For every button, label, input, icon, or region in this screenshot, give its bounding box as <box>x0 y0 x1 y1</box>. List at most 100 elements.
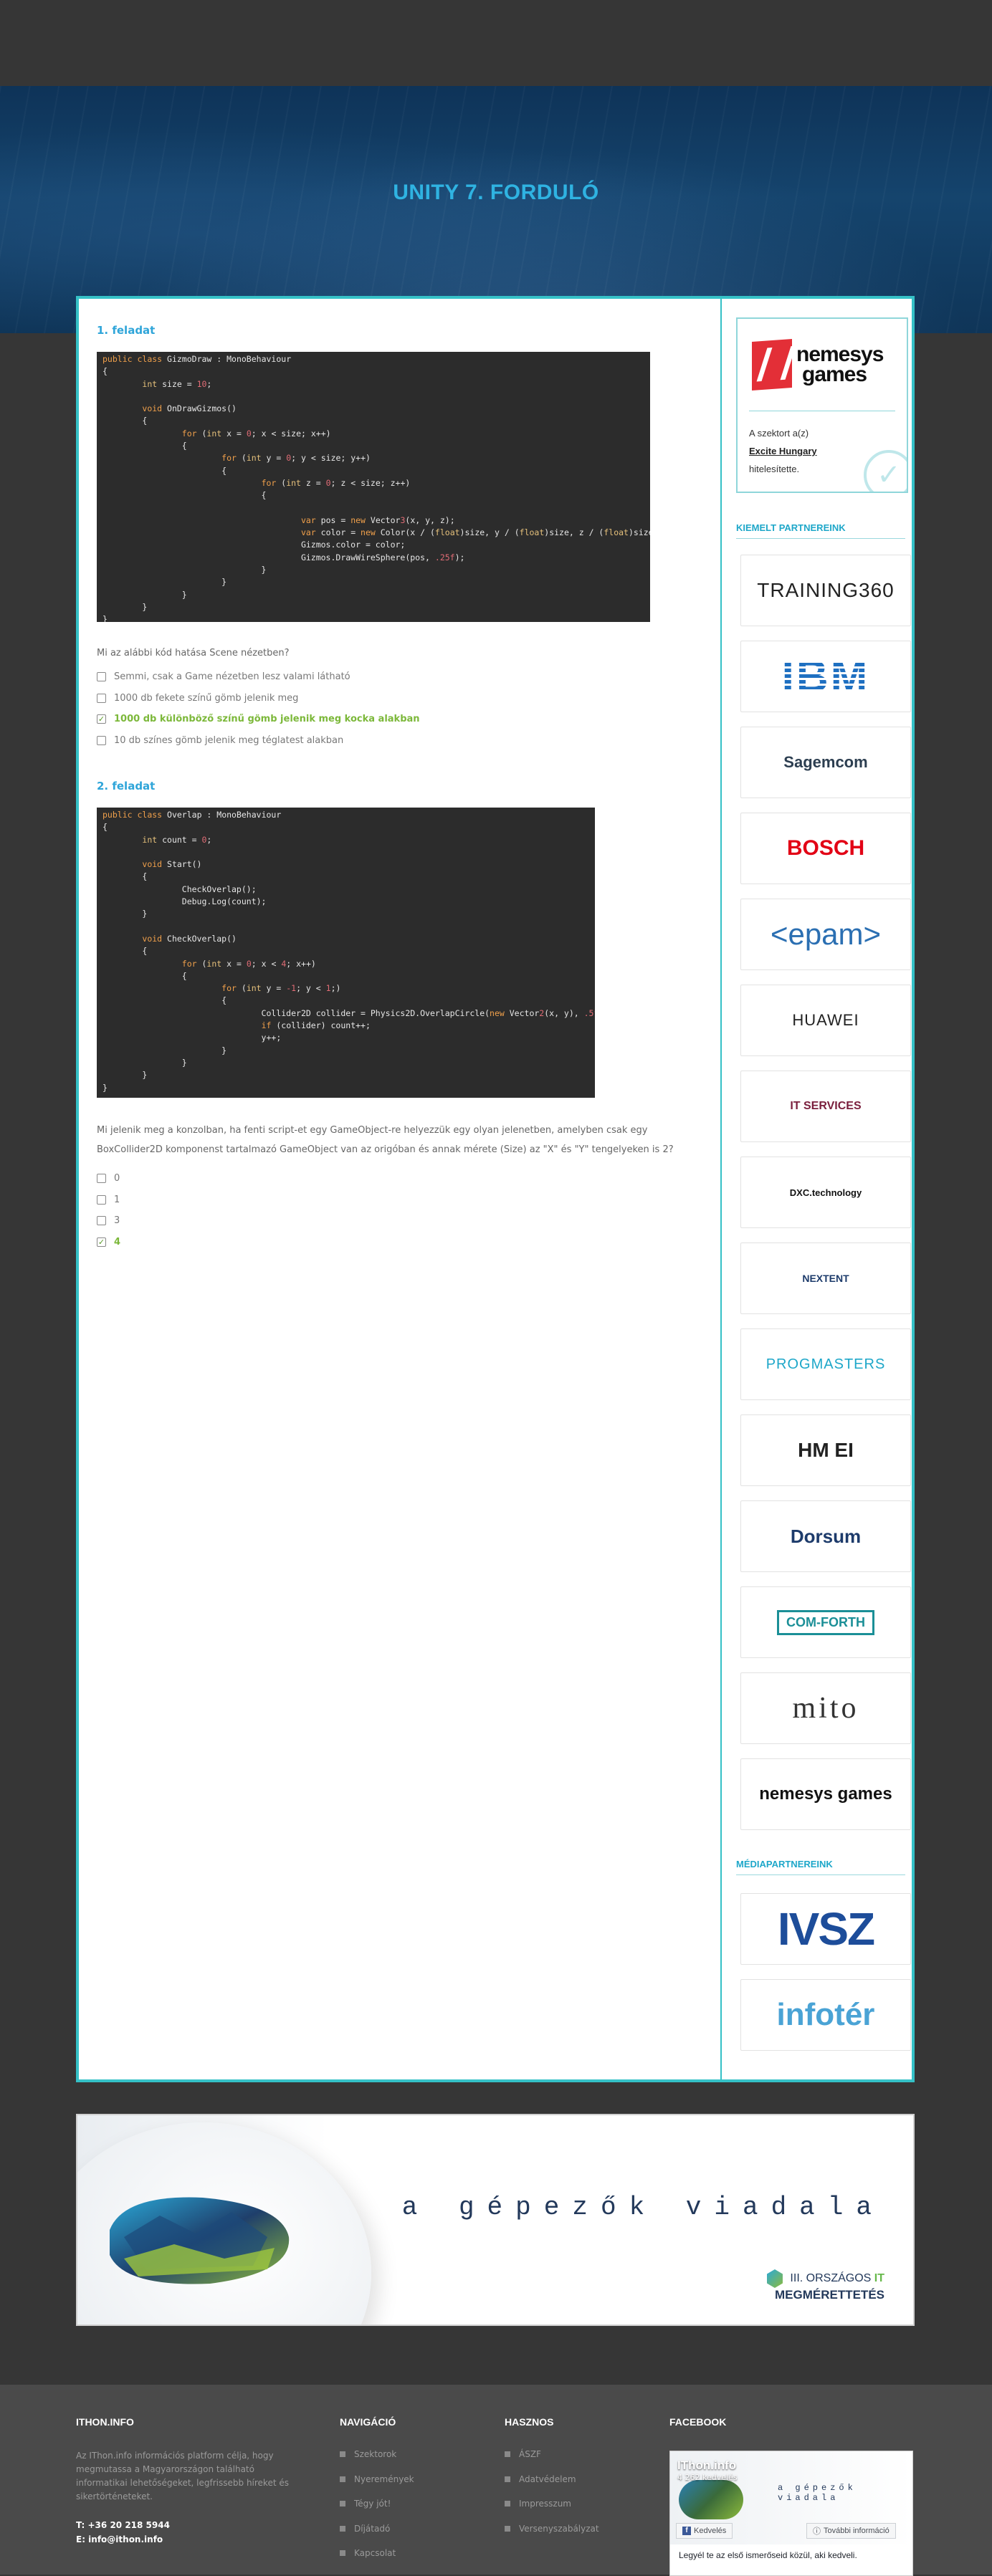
code-line: { <box>102 366 108 377</box>
media-logo-text: IVSZ <box>777 1903 875 1955</box>
partner-logo[interactable]: Sagemcom <box>740 727 911 798</box>
banner-subtitle: III. ORSZÁGOS IT MEGMÉRETTETÉS <box>766 2269 884 2302</box>
code-line: } <box>102 614 108 622</box>
info-icon: ⓘ <box>813 2527 821 2536</box>
code-line: { <box>102 995 227 1006</box>
answer-checkbox[interactable]: ✓ <box>97 1237 106 1247</box>
answer-checkbox[interactable]: ✓ <box>97 714 106 724</box>
partner-logo[interactable]: <epam> <box>740 899 911 970</box>
code-line: for (int z = 0; z < size; z++) <box>261 477 411 488</box>
footer-link[interactable]: Versenyszabályzat <box>505 2524 599 2549</box>
partner-logo[interactable]: mito <box>740 1672 911 1744</box>
partner-logo-text: NEXTENT <box>802 1273 849 1284</box>
answer-option[interactable]: 3 <box>97 1210 742 1232</box>
answer-checkbox[interactable] <box>97 672 106 682</box>
facebook-page-name[interactable]: IThon.info <box>677 2458 736 2473</box>
facebook-widget[interactable]: a gépezők viadala IThon.info 4 262 kedve… <box>669 2451 913 2576</box>
partner-logo[interactable]: HUAWEI <box>740 985 911 1056</box>
answer-option[interactable]: 0 <box>97 1168 742 1189</box>
answer-option[interactable]: 1 <box>97 1189 742 1211</box>
partners-heading: KIEMELT PARTNEREINK <box>736 522 846 533</box>
answer-option[interactable]: ✓ 4 <box>97 1232 742 1253</box>
code-line: void CheckOverlap() <box>142 933 237 944</box>
partner-logo-text: TRAINING360 <box>757 579 895 601</box>
footer-link[interactable]: Tégy jót! <box>340 2499 414 2524</box>
footer-facebook: FACEBOOK a gépezők viadala IThon.info 4 … <box>669 2416 913 2576</box>
partner-logo[interactable]: NEXTENT <box>740 1242 911 1314</box>
code-line: int count = 0; <box>142 834 212 845</box>
partner-logo-text: HUAWEI <box>792 1011 859 1029</box>
task-title: 2. feladat <box>97 780 156 793</box>
partner-logo-text: Dorsum <box>790 1525 862 1547</box>
code-line: Debug.Log(count); <box>102 896 267 907</box>
code-line: Collider2D collider = Physics2D.OverlapC… <box>102 1007 595 1018</box>
task-title: 1. feladat <box>97 324 156 337</box>
partner-logo[interactable]: HM EI <box>740 1414 911 1486</box>
answer-label: 4 <box>114 1236 121 1248</box>
partner-logo[interactable]: IT SERVICES <box>740 1071 911 1142</box>
partner-logo[interactable]: DXC.technology <box>740 1157 911 1228</box>
partner-logo[interactable]: COM-FORTH <box>740 1586 911 1658</box>
footer-heading: HASZNOS <box>505 2416 554 2428</box>
partner-logo[interactable]: PROGMASTERS <box>740 1328 911 1400</box>
code-line: { <box>102 465 227 476</box>
code-line: } <box>102 565 267 575</box>
footer-link[interactable]: Kapcsolat <box>340 2548 414 2573</box>
answer-option[interactable]: 1000 db fekete színű gömb jelenik meg <box>97 688 742 709</box>
partner-logo[interactable]: IBM <box>740 641 911 712</box>
footer-useful: HASZNOS ÁSZF Adatvédelem Impresszum Verseny… <box>505 2416 599 2548</box>
footer-about: ITHON.INFO Az IThon.info információs pla… <box>76 2416 305 2547</box>
divider <box>736 1874 905 1875</box>
code-line: } <box>102 909 148 919</box>
answer-option[interactable]: 10 db színes gömb jelenik meg téglatest … <box>97 730 742 752</box>
promo-banner[interactable]: a gépezők viadala III. ORSZÁGOS IT MEGMÉ… <box>76 2114 915 2326</box>
code-line: { <box>102 490 267 501</box>
media-partner-logo[interactable]: IVSZ <box>740 1893 911 1965</box>
answer-option[interactable]: Semmi, csak a Game nézetben lesz valami … <box>97 666 742 688</box>
footer-link[interactable]: ÁSZF <box>505 2449 599 2474</box>
question-text: Mi jelenik meg a konzolban, ha fenti scr… <box>97 1125 674 1155</box>
partner-logo-text: Sagemcom <box>783 753 868 771</box>
task-2: 2. feladat public class Overlap : MonoBe… <box>97 780 742 1253</box>
partner-logo[interactable]: BOSCH <box>740 813 911 884</box>
footer-link[interactable]: Nyeremények <box>340 2474 414 2499</box>
partner-logo[interactable]: nemesys games <box>740 1758 911 1830</box>
facebook-more-button[interactable]: ⓘ További információ <box>806 2523 896 2539</box>
code-line: CheckOverlap(); <box>102 884 257 894</box>
code-line: Gizmos.DrawWireSphere(pos, .25f); <box>102 552 465 562</box>
code-line: { <box>102 822 108 833</box>
answer-options: Semmi, csak a Game nézetben lesz valami … <box>97 666 742 751</box>
divider <box>736 538 905 539</box>
footer-link[interactable]: Szektorok <box>340 2449 414 2474</box>
partner-logo-text: COM-FORTH <box>777 1609 874 1635</box>
footer-link[interactable]: Impresszum <box>505 2499 599 2524</box>
task-1: 1. feladat public class GizmoDraw : Mono… <box>97 324 742 751</box>
footer-description: Az IThon.info információs platform célja… <box>76 2451 289 2501</box>
answer-checkbox[interactable] <box>97 1194 106 1205</box>
answer-checkbox[interactable] <box>97 735 106 745</box>
footer-link[interactable]: Díjátadó <box>340 2524 414 2549</box>
partner-logo-text: DXC.technology <box>789 1187 862 1198</box>
banner-badge-icon <box>766 2269 783 2288</box>
footer-nav-list: Szektorok Nyeremények Tégy jót! Díjátadó Kap… <box>340 2449 414 2573</box>
email-link[interactable]: E: info@ithon.info <box>76 2532 305 2547</box>
code-line: var color = new Color(x / (float)size, y… <box>300 527 650 538</box>
cert-link[interactable]: Excite Hungary <box>749 446 817 456</box>
partner-logo-text: IBM <box>781 651 870 702</box>
partner-logo[interactable]: TRAINING360 <box>740 555 911 626</box>
nemesys-mark-icon <box>752 339 792 391</box>
answer-checkbox[interactable] <box>97 1216 106 1226</box>
partner-logo[interactable]: Dorsum <box>740 1500 911 1572</box>
footer-heading: ITHON.INFO <box>76 2416 134 2428</box>
code-line: for (int x = 0; x < size; x++) <box>181 428 331 439</box>
code-line: { <box>102 970 187 981</box>
media-partner-logo[interactable]: infotér <box>740 1979 911 2051</box>
code-line: var pos = new Vector3(x, y, z); <box>300 514 455 525</box>
footer-link[interactable]: Adatvédelem <box>505 2474 599 2499</box>
answer-checkbox[interactable] <box>97 1174 106 1184</box>
answer-option[interactable]: ✓ 1000 db különböző színű gömb jelenik me… <box>97 709 742 730</box>
answer-label: 1000 db fekete színű gömb jelenik meg <box>114 692 299 704</box>
facebook-like-button[interactable]: f Kedvelés <box>676 2523 733 2539</box>
banner-title: a gépezők viadala <box>401 2193 884 2222</box>
answer-checkbox[interactable] <box>97 693 106 703</box>
